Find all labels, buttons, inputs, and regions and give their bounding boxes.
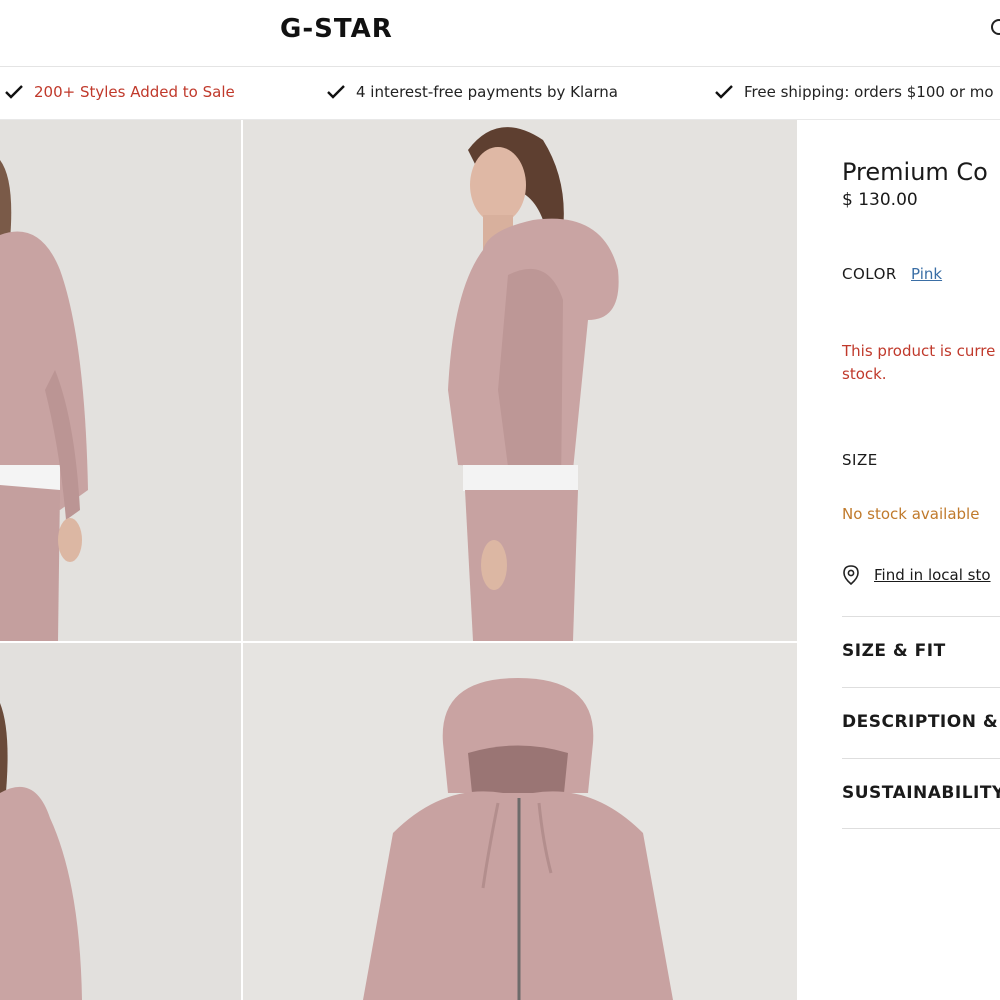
usp-klarna-text: 4 interest-free payments by Klarna [356, 83, 618, 101]
usp-klarna[interactable]: 4 interest-free payments by Klarna [326, 83, 618, 101]
accordion-label: SUSTAINABILITY [842, 783, 1000, 803]
product-gallery [0, 120, 797, 1000]
accordion-label: DESCRIPTION & [842, 712, 999, 732]
out-of-stock-notice: This product is curre and subscribe to g… [842, 342, 1000, 383]
check-icon [327, 85, 345, 99]
product-image-front[interactable] [0, 120, 241, 641]
accordion-label: SIZE & FIT [842, 641, 946, 661]
accordion-sustainability[interactable]: SUSTAINABILITY [842, 758, 1000, 829]
brand-logo[interactable]: G-STAR [280, 14, 393, 44]
product-title: Premium Co [842, 158, 988, 186]
color-value-link[interactable]: Pink [911, 265, 942, 283]
find-local-store[interactable]: Find in local sto [842, 565, 991, 585]
product-info-panel: Premium Co $ 130.00 COLOR Pink This prod… [798, 120, 1000, 1000]
product-image-flat[interactable] [243, 643, 797, 1000]
accordion-size-fit[interactable]: SIZE & FIT [842, 616, 1000, 687]
accordion-description[interactable]: DESCRIPTION & [842, 687, 1000, 758]
search-icon[interactable] [990, 18, 1000, 40]
check-icon [715, 85, 733, 99]
site-header: G-STAR [0, 0, 1000, 67]
usp-shipping[interactable]: Free shipping: orders $100 or mo [714, 83, 994, 101]
stock-status: No stock available [842, 505, 980, 523]
usp-shipping-text: Free shipping: orders $100 or mo [744, 83, 994, 101]
usp-sale[interactable]: 200+ Styles Added to Sale [4, 83, 235, 101]
color-label: COLOR [842, 265, 897, 283]
accordion-divider [842, 828, 1000, 829]
size-label: SIZE [842, 451, 878, 469]
product-image-side[interactable] [243, 120, 797, 641]
product-price: $ 130.00 [842, 190, 918, 210]
usp-sale-text: 200+ Styles Added to Sale [34, 83, 235, 101]
location-pin-icon [843, 565, 859, 585]
check-icon [5, 85, 23, 99]
usp-bar: 200+ Styles Added to Sale 4 interest-fre… [0, 67, 1000, 120]
product-image-back[interactable] [0, 643, 241, 1000]
find-local-store-link[interactable]: Find in local sto [874, 566, 991, 584]
